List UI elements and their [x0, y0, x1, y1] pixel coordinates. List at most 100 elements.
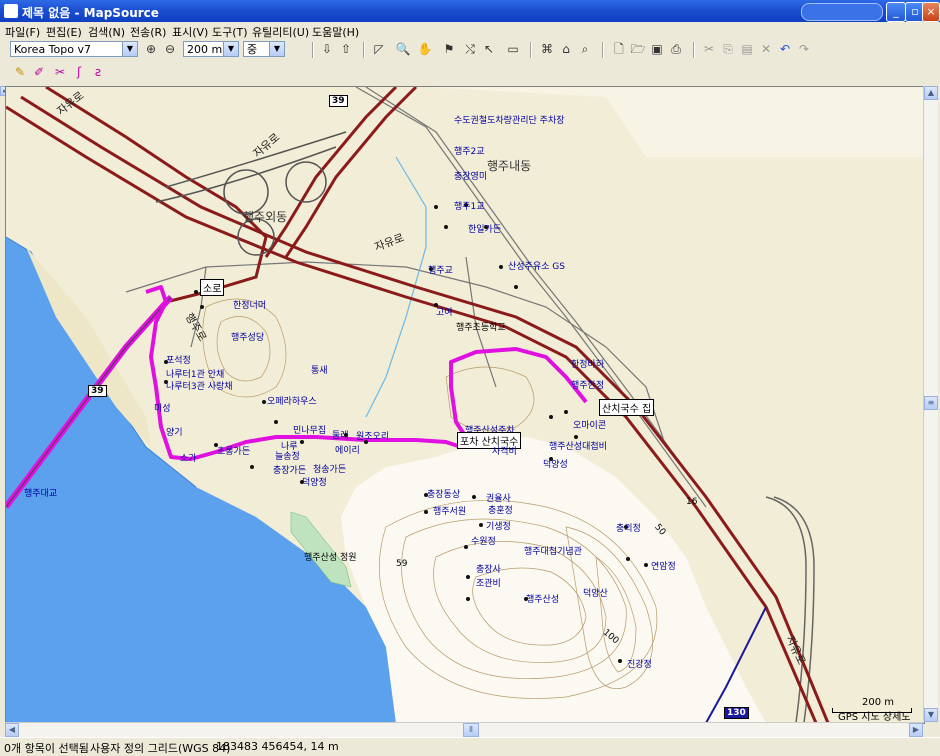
detail-select[interactable]: 중 ▼ [243, 41, 285, 57]
find-nearest-icon[interactable]: ⌕ [577, 41, 593, 57]
scale-bar [832, 708, 912, 713]
menu-search[interactable]: 검색(N) [88, 24, 125, 40]
hill-area [341, 437, 766, 723]
close-button[interactable]: × [922, 2, 940, 22]
selection-arrow-icon[interactable]: ↖ [481, 41, 497, 57]
poi-label: 덕양성 [543, 460, 568, 470]
scale-bar-label: 200 m [862, 697, 895, 708]
toolbar-separator [530, 42, 532, 58]
pan-hand-icon[interactable]: ✋ [417, 41, 433, 57]
receive-from-device-icon[interactable]: ⇩ [319, 41, 335, 57]
menu-tools[interactable]: 도구(T) [212, 24, 248, 40]
poi-label: 기생정 [486, 522, 511, 532]
binoculars-icon[interactable]: ⌘ [539, 41, 555, 57]
scroll-left-button[interactable]: ◀ [5, 723, 19, 737]
route-tool-icon[interactable]: ⤭ [462, 41, 478, 57]
poi-label: 산성주유소 GS [508, 262, 565, 272]
waypoint-flag-icon[interactable]: ⚑ [441, 41, 457, 57]
zoom-scale-select[interactable]: 200 m ▼ [183, 41, 239, 57]
poi-label: 한일가든 [468, 225, 502, 235]
poi-label: 행주성당 [231, 333, 265, 343]
paste-icon[interactable]: ▤ [739, 41, 755, 57]
place-label-haengju-oedong: 행주외동 [243, 210, 288, 224]
map-product-select[interactable]: Korea Topo v7 ▼ [10, 41, 138, 57]
track-divide-icon[interactable]: ✂ [52, 64, 68, 80]
title-bar: 제목 없음 - MapSource _ ▫ × [0, 0, 940, 22]
horizontal-scrollbar[interactable]: ◀ ⦀ ▶ [5, 722, 923, 737]
poi-label: 오마이콘 [573, 421, 607, 431]
poi-label: 에이리 [335, 446, 360, 456]
poi-label-sanchi-noodle: 산치국수 집 [599, 399, 655, 416]
scroll-right-button[interactable]: ▶ [909, 723, 923, 737]
send-to-device-icon[interactable]: ⇧ [338, 41, 354, 57]
menu-edit[interactable]: 편집(E) [46, 24, 82, 40]
poi-label: 행주서원 [433, 507, 467, 517]
redo-icon[interactable]: ↷ [796, 41, 812, 57]
poi-label: 초롱가든 [217, 447, 251, 457]
zoom-out-icon[interactable]: ⊖ [162, 41, 178, 57]
poi-label-bridge: 행주대교 [24, 489, 58, 499]
delete-icon[interactable]: ✕ [758, 41, 774, 57]
new-file-icon[interactable]: 🗋 [611, 41, 627, 57]
toolbar-separator [602, 42, 604, 58]
menu-bar: 파일(F) 편집(E) 검색(N) 전송(R) 표시(V) 도구(T) 유틸리티… [0, 22, 940, 39]
track-join-icon[interactable]: ʃ [71, 64, 87, 80]
poi-label: 소가 [180, 454, 197, 464]
zoom-tool-icon[interactable]: 🔍 [395, 41, 411, 57]
chevron-down-icon[interactable]: ▼ [269, 42, 284, 56]
status-grid: 사용자 정의 그리드(WGS 84) [90, 742, 231, 755]
save-disk-icon[interactable]: ▣ [649, 41, 665, 57]
scroll-up-button[interactable]: ▲ [924, 86, 938, 100]
route-shield-39: 39 [329, 95, 348, 107]
chevron-down-icon[interactable]: ▼ [223, 42, 238, 56]
main-toolbar: Korea Topo v7 ▼ ⊕ ⊖ 200 m ▼ 중 ▼ ⇩ ⇧ ◸ 🔍 … [0, 39, 940, 61]
scroll-thumb-horizontal[interactable]: ⦀ [463, 723, 479, 737]
scroll-thumb-vertical[interactable]: ≡ [924, 396, 938, 410]
scroll-down-button[interactable]: ▼ [924, 708, 938, 722]
poi-label: 행주1교 [454, 202, 485, 212]
track-draw-icon[interactable]: ✎ [12, 64, 28, 80]
poi-label: 수도권철도차량관리단 주차장 [454, 116, 565, 126]
menu-transfer[interactable]: 전송(R) [130, 24, 166, 40]
status-bar: 0개 항목이 선택됨 사용자 정의 그리드(WGS 84) 183483 456… [0, 737, 940, 755]
menu-help[interactable]: 도움말(H) [312, 24, 359, 40]
route-shield-130: 130 [724, 707, 749, 719]
poi-label: 충장사 [476, 565, 501, 575]
poi-label: 통새 [311, 366, 328, 376]
title-bar-extension[interactable] [801, 3, 883, 21]
chevron-down-icon[interactable]: ▼ [122, 42, 137, 56]
poi-label: 연암정 [651, 562, 676, 572]
map-select-tool-icon[interactable]: ◸ [371, 41, 387, 57]
poi-label: 오페라하우스 [267, 397, 317, 407]
poi-label: 행주산성대첩비 [549, 442, 607, 452]
menu-file[interactable]: 파일(F) [5, 24, 40, 40]
poi-label: 행주한정 [571, 381, 605, 391]
contour-elevation-label: 16 [686, 497, 698, 507]
print-icon[interactable]: ⎙ [668, 41, 684, 57]
copy-icon[interactable]: ⎘ [720, 41, 736, 57]
measure-distance-icon[interactable]: ▭ [505, 41, 521, 57]
cut-icon[interactable]: ✂ [701, 41, 717, 57]
poi-label: 원조오리 [356, 432, 390, 442]
map-product-value: Korea Topo v7 [14, 43, 91, 56]
zoom-in-icon[interactable]: ⊕ [143, 41, 159, 57]
minimize-button[interactable]: _ [886, 2, 906, 22]
undo-icon[interactable]: ↶ [777, 41, 793, 57]
open-folder-icon[interactable]: 🗁 [630, 41, 646, 57]
vertical-scrollbar[interactable]: ▲ ≡ ▼ [923, 86, 938, 722]
find-places-icon[interactable]: ⌂ [558, 41, 574, 57]
track-filter-icon[interactable]: ƨ [90, 64, 106, 80]
poi-label: 행주교 [428, 266, 453, 276]
poi-label: 둘레 [332, 431, 349, 441]
poi-label: 조관비 [476, 579, 501, 589]
track-erase-icon[interactable]: ✐ [31, 64, 47, 80]
menu-view[interactable]: 표시(V) [172, 24, 208, 40]
map-canvas[interactable] [6, 87, 924, 723]
toolbar-separator [363, 42, 365, 58]
menu-utilities[interactable]: 유틸리티(U) [252, 24, 309, 40]
road-label-soro: 소로 [200, 279, 225, 296]
poi-label: 포석정 [166, 356, 191, 366]
mapsource-app-icon [4, 4, 18, 18]
map-view[interactable]: 자유로 39 수도권철도차량관리단 주차장 행주2교 행주내동 충장영미 자유로… [5, 86, 925, 724]
zoom-scale-value: 200 m [187, 43, 223, 56]
